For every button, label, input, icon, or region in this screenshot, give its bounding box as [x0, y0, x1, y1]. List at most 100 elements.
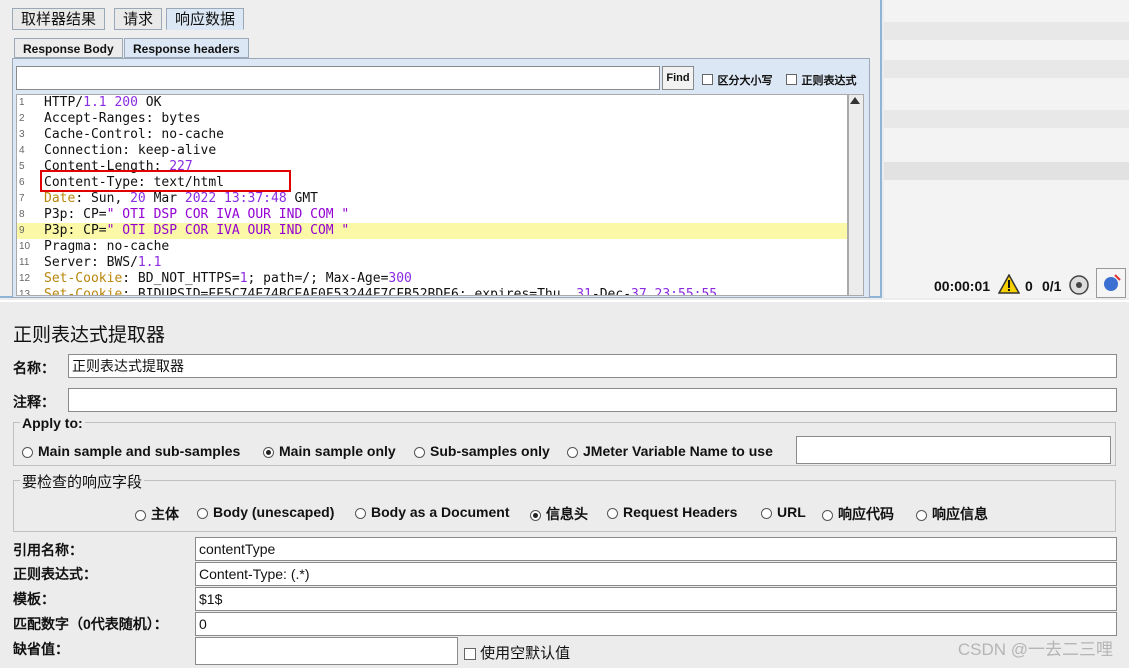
name-input[interactable]: 正则表达式提取器	[68, 354, 1117, 378]
line-text: Set-Cookie: BD_NOT_HTTPS=1; path=/; Max-…	[44, 271, 412, 286]
line-number: 10	[19, 241, 31, 252]
apply-main-only-radio[interactable]: Main sample only	[263, 443, 396, 459]
line-number: 5	[19, 161, 25, 172]
header-line: 4 Connection: keep-alive	[17, 143, 847, 159]
line-number: 1	[19, 97, 25, 108]
line-text: P3p: CP=" OTI DSP COR IVA OUR IND COM "	[44, 207, 350, 222]
radio-button[interactable]	[916, 509, 927, 521]
log-viewer-icon	[1104, 274, 1121, 291]
tab-request[interactable]: 请求	[114, 8, 163, 30]
match-no-label: 匹配数字（0代表随机）：	[13, 616, 168, 632]
header-line: 7 Date: Sun, 20 Mar 2022 13:37:48 GMT	[17, 191, 847, 207]
line-number: 12	[19, 273, 31, 284]
divider	[0, 300, 1129, 302]
radio-label: Main sample and sub-samples	[38, 443, 241, 459]
apply-sub-only-radio[interactable]: Sub-samples only	[414, 443, 550, 459]
faded-bar	[884, 22, 1129, 40]
field-body-radio[interactable]: 主体	[135, 504, 179, 524]
ref-name-label: 引用名称：	[13, 542, 83, 558]
tab-response-data[interactable]: 响应数据	[166, 8, 245, 30]
radio-button[interactable]	[530, 509, 541, 521]
radio-label: Request Headers	[623, 504, 738, 520]
scroll-up-arrow-icon[interactable]	[850, 97, 860, 104]
radio-button[interactable]	[414, 446, 425, 458]
line-number: 9	[19, 225, 25, 236]
line-number: 2	[19, 113, 25, 124]
tab-sampler-result[interactable]: 取样器结果	[12, 8, 106, 30]
case-sensitive-checkbox[interactable]: 区分大小写	[702, 71, 772, 89]
radio-label: Body as a Document	[371, 504, 510, 520]
checkbox-box[interactable]	[464, 648, 476, 661]
jmeter-variable-input[interactable]	[796, 436, 1111, 464]
field-body-as-document-radio[interactable]: Body as a Document	[355, 504, 509, 520]
ref-name-input[interactable]: contentType	[195, 537, 1117, 561]
template-input[interactable]: $1$	[195, 587, 1117, 611]
radio-button[interactable]	[355, 507, 366, 519]
comment-input[interactable]	[68, 388, 1117, 412]
template-label: 模板：	[13, 591, 55, 607]
header-line: 9 P3p: CP=" OTI DSP COR IVA OUR IND COM "	[17, 223, 847, 239]
radio-button[interactable]	[607, 507, 618, 519]
field-url-radio[interactable]: URL	[761, 504, 806, 520]
regex-checkbox[interactable]: 正则表达式	[786, 71, 856, 89]
background-window	[884, 0, 1129, 298]
find-button[interactable]: Find	[662, 66, 694, 90]
checkbox-box[interactable]	[786, 74, 797, 86]
line-number: 8	[19, 209, 25, 220]
watermark: CSDN @一去二三哩	[957, 640, 1113, 659]
regex-label: 正则表达式	[801, 75, 857, 87]
log-viewer-button[interactable]	[1096, 268, 1126, 298]
vertical-scrollbar[interactable]	[848, 94, 864, 296]
faded-bar	[884, 110, 1129, 128]
radio-label: JMeter Variable Name to use	[583, 443, 773, 459]
line-text: Date: Sun, 20 Mar 2022 13:37:48 GMT	[44, 191, 318, 206]
response-field-label: 要检查的响应字段	[20, 471, 145, 492]
faded-bar	[884, 162, 1129, 180]
radio-button[interactable]	[761, 507, 772, 519]
highlight-annotation-box	[40, 170, 291, 192]
default-value-label: 缺省值：	[13, 641, 69, 657]
faded-bar	[884, 60, 1129, 78]
warning-count: 0	[1025, 278, 1033, 294]
apply-main-and-sub-radio[interactable]: Main sample and sub-samples	[22, 443, 240, 459]
default-value-input[interactable]	[195, 637, 458, 665]
line-text: HTTP/1.1 200 OK	[44, 95, 162, 110]
line-number: 4	[19, 145, 25, 156]
radio-button[interactable]	[197, 507, 208, 519]
apply-jmeter-var-radio[interactable]: JMeter Variable Name to use	[567, 443, 773, 459]
field-request-headers-radio[interactable]: Request Headers	[607, 504, 737, 520]
radio-button[interactable]	[22, 446, 33, 458]
line-text: Server: BWS/1.1	[44, 255, 162, 270]
line-text: Cache-Control: no-cache	[44, 127, 225, 142]
field-body-unescaped-radio[interactable]: Body (unescaped)	[197, 504, 334, 520]
warning-icon[interactable]	[998, 274, 1020, 294]
field-response-code-radio[interactable]: 响应代码	[822, 504, 894, 524]
header-line: 13 Set-Cookie: BIDUPSID=EE5C74E74BCEAF0F5…	[17, 287, 847, 296]
line-text: Accept-Ranges: bytes	[44, 111, 201, 126]
apply-to-label: Apply to:	[20, 415, 85, 431]
tab-response-headers[interactable]: Response headers	[124, 38, 249, 58]
radio-button[interactable]	[135, 509, 146, 521]
tab-response-body[interactable]: Response Body	[14, 38, 123, 58]
line-number: 11	[19, 257, 30, 268]
regex-label: 正则表达式：	[13, 566, 97, 582]
settings-wheel-icon[interactable]	[1068, 274, 1090, 296]
radio-label: Body (unescaped)	[213, 504, 335, 520]
radio-button[interactable]	[263, 446, 274, 458]
field-headers-radio[interactable]: 信息头	[530, 504, 588, 524]
case-sensitive-label: 区分大小写	[717, 75, 773, 87]
line-number: 3	[19, 129, 25, 140]
headers-text-area[interactable]: 1 HTTP/1.1 200 OK 2 Accept-Ranges: bytes 3 Ca…	[16, 94, 848, 296]
radio-label: Main sample only	[279, 443, 396, 459]
radio-button[interactable]	[567, 446, 578, 458]
checkbox-box[interactable]	[702, 74, 713, 86]
regex-input[interactable]: Content-Type: (.*)	[195, 562, 1117, 586]
use-empty-default-checkbox[interactable]: 使用空默认值	[464, 642, 570, 663]
search-input[interactable]	[16, 66, 660, 90]
field-response-message-radio[interactable]: 响应信息	[916, 504, 988, 524]
radio-label: 信息头	[546, 506, 588, 522]
radio-button[interactable]	[822, 509, 833, 521]
form-title: 正则表达式提取器	[13, 325, 166, 346]
line-number: 13	[19, 289, 31, 296]
match-no-input[interactable]: 0	[195, 612, 1117, 636]
